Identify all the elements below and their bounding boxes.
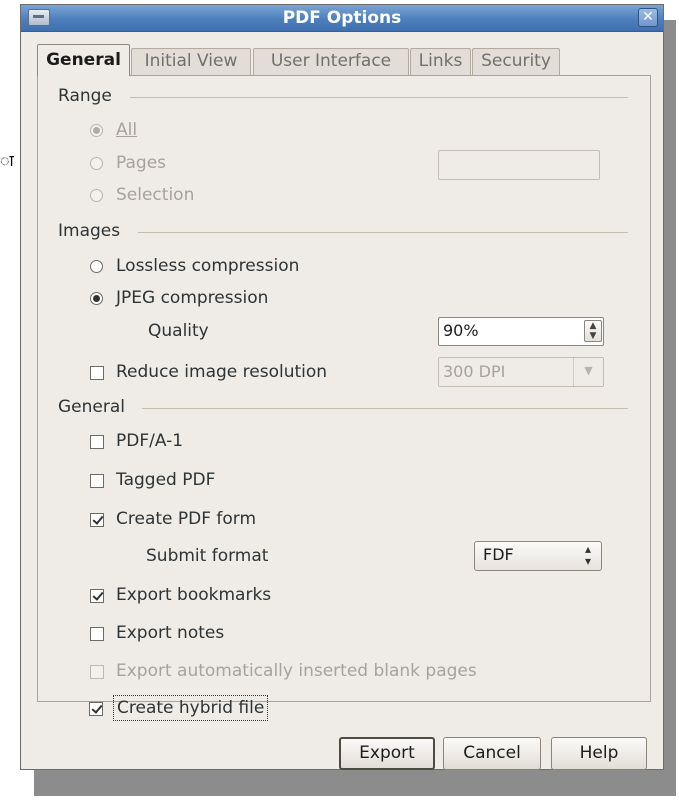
general-tab-panel: Range All Pages Selection Images Lossles… bbox=[37, 75, 651, 702]
pages-input[interactable] bbox=[438, 150, 600, 180]
reduce-resolution-checkbox[interactable] bbox=[90, 366, 104, 380]
images-divider bbox=[138, 232, 628, 233]
resolution-dropdown[interactable]: 300 DPI ▼ bbox=[438, 357, 604, 387]
export-bookmarks-label: Export bookmarks bbox=[116, 585, 272, 605]
submit-format-select[interactable]: FDF ▴ ▾ bbox=[474, 541, 602, 571]
submit-format-value: FDF bbox=[483, 545, 514, 564]
export-blank-pages-checkbox[interactable] bbox=[90, 665, 104, 679]
export-notes-label: Export notes bbox=[116, 623, 225, 643]
create-hybrid-file-checkbox[interactable] bbox=[89, 702, 103, 716]
export-bookmarks-checkbox[interactable] bbox=[90, 589, 104, 603]
tab-links[interactable]: Links bbox=[410, 48, 471, 75]
tab-security[interactable]: Security bbox=[472, 48, 560, 75]
close-button[interactable]: ✕ bbox=[638, 8, 658, 27]
updown-arrows-icon: ▴ ▾ bbox=[584, 542, 591, 568]
chevron-down-icon: ▼ bbox=[573, 358, 603, 386]
create-hybrid-file-label: Create hybrid file bbox=[112, 695, 269, 721]
jpeg-compression-radio[interactable] bbox=[90, 292, 103, 305]
range-heading: Range bbox=[58, 86, 112, 106]
quality-spinbox[interactable]: 90% ▲ ▼ bbox=[438, 317, 604, 346]
lossless-compression-label: Lossless compression bbox=[116, 256, 300, 276]
create-pdf-form-label: Create PDF form bbox=[116, 509, 257, 529]
range-all-radio[interactable] bbox=[90, 124, 103, 137]
pdfa-checkbox[interactable] bbox=[90, 435, 104, 449]
quality-spin-arrows-icon[interactable]: ▲ ▼ bbox=[584, 320, 602, 342]
lossless-compression-radio[interactable] bbox=[90, 260, 103, 273]
help-button[interactable]: Help bbox=[551, 737, 647, 770]
range-selection-radio[interactable] bbox=[90, 189, 103, 202]
jpeg-compression-label: JPEG compression bbox=[116, 288, 269, 308]
quality-value: 90% bbox=[443, 321, 479, 340]
tagged-pdf-checkbox[interactable] bbox=[90, 474, 104, 488]
range-all-label: All bbox=[116, 120, 138, 140]
submit-format-label: Submit format bbox=[146, 546, 269, 566]
tab-initial-view[interactable]: Initial View bbox=[131, 48, 251, 75]
images-heading: Images bbox=[58, 221, 121, 241]
range-divider bbox=[130, 97, 628, 98]
title-bar[interactable]: PDF Options ✕ bbox=[21, 5, 663, 32]
window-title: PDF Options bbox=[282, 8, 402, 28]
range-selection-label: Selection bbox=[116, 185, 195, 205]
pdfa-label: PDF/A-1 bbox=[116, 431, 184, 451]
create-pdf-form-checkbox[interactable] bbox=[90, 513, 104, 527]
tab-user-interface[interactable]: User Interface bbox=[253, 48, 409, 75]
export-blank-pages-label: Export automatically inserted blank page… bbox=[116, 661, 477, 681]
quality-label: Quality bbox=[148, 321, 209, 341]
range-pages-radio[interactable] bbox=[90, 157, 103, 170]
general-heading: General bbox=[58, 397, 125, 417]
resolution-value: 300 DPI bbox=[443, 362, 506, 381]
tab-general[interactable]: General bbox=[37, 44, 130, 76]
cancel-button[interactable]: Cancel bbox=[443, 737, 541, 770]
export-notes-checkbox[interactable] bbox=[90, 627, 104, 641]
reduce-resolution-label: Reduce image resolution bbox=[116, 362, 328, 382]
pdf-options-dialog: PDF Options ✕ General Initial View User … bbox=[20, 4, 664, 770]
tagged-pdf-label: Tagged PDF bbox=[116, 470, 216, 490]
range-pages-label: Pages bbox=[116, 153, 167, 173]
export-button[interactable]: Export bbox=[339, 737, 435, 770]
general-divider bbox=[142, 408, 628, 409]
